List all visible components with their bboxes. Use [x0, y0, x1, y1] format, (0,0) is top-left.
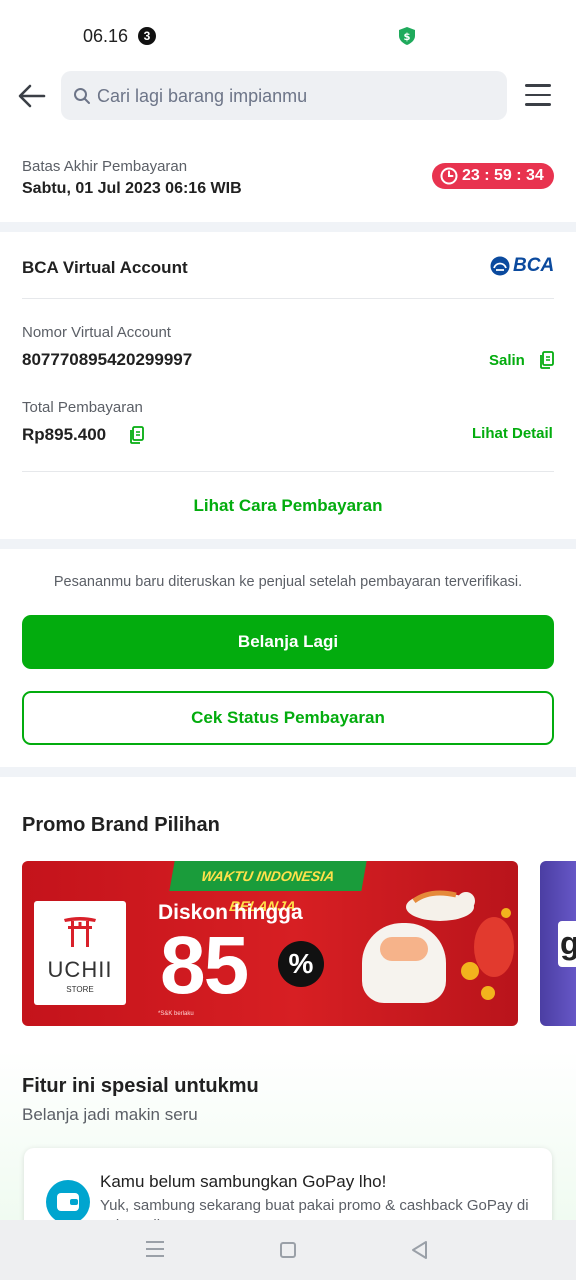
- discount-value: 85: [160, 920, 249, 1011]
- status-bar: 06.16 3 $: [0, 0, 576, 70]
- promo-section-title: Promo Brand Pilihan: [22, 814, 220, 836]
- section-divider: [0, 222, 576, 232]
- divider-line: [22, 471, 554, 472]
- hamburger-menu-icon[interactable]: [525, 84, 551, 106]
- nav-back-icon[interactable]: [410, 1240, 428, 1260]
- back-arrow-icon[interactable]: [16, 80, 48, 112]
- how-to-pay-link[interactable]: Lihat Cara Pembayaran: [0, 496, 576, 516]
- notification-badge: 3: [138, 27, 156, 45]
- clock-icon: [440, 167, 458, 185]
- bca-logo-text: BCA: [513, 255, 555, 276]
- svg-text:$: $: [404, 32, 411, 43]
- countdown-timer: 23 : 59 : 34: [432, 163, 554, 189]
- copy-icon[interactable]: [540, 351, 554, 369]
- header: Cari lagi barang impianmu: [0, 70, 576, 122]
- uchii-brand: UCHII: [47, 957, 113, 982]
- va-number: 807770895420299997: [22, 350, 193, 369]
- home-icon[interactable]: [280, 1242, 296, 1258]
- search-input[interactable]: Cari lagi barang impianmu: [61, 71, 507, 120]
- verification-info: Pesananmu baru diteruskan ke penjual set…: [53, 574, 523, 590]
- search-placeholder: Cari lagi barang impianmu: [97, 86, 308, 106]
- check-status-button[interactable]: Cek Status Pembayaran: [22, 691, 554, 745]
- total-payment-label: Total Pembayaran: [22, 399, 143, 416]
- promo-banner[interactable]: WAKTU INDONESIA BELANJA UCHII STORE Disk…: [22, 861, 518, 1026]
- shop-again-button[interactable]: Belanja Lagi: [22, 615, 554, 669]
- banner-tag: WAKTU INDONESIA BELANJA: [169, 861, 367, 914]
- gopay-title: Kamu belum sambungkan GoPay lho!: [100, 1172, 387, 1191]
- percent-badge: %: [278, 941, 324, 987]
- total-payment-amount: Rp895.400: [22, 425, 107, 444]
- countdown-text: 23 : 59 : 34: [462, 167, 544, 184]
- view-detail-link[interactable]: Lihat Detail: [472, 425, 553, 442]
- next-banner-logo: g: [558, 921, 576, 967]
- copy-va-button[interactable]: Salin: [489, 352, 525, 369]
- system-nav-bar: [0, 1220, 576, 1280]
- torii-gate-icon: [64, 917, 96, 947]
- gold-coins-decoration: [461, 908, 514, 1000]
- rice-cooker-illustration: [362, 923, 446, 1003]
- payment-deadline: Batas Akhir Pembayaran Sabtu, 01 Jul 202…: [0, 150, 576, 222]
- special-section-title: Fitur ini spesial untukmu: [22, 1075, 259, 1097]
- banner-terms: *S&K berlaku: [158, 1011, 194, 1017]
- status-time: 06.16: [83, 26, 129, 46]
- uchii-logo: UCHII STORE: [34, 901, 126, 1005]
- next-promo-banner[interactable]: g: [540, 861, 576, 1026]
- payment-method-title: BCA Virtual Account: [22, 258, 188, 277]
- section-divider: [0, 767, 576, 777]
- bca-emblem-icon: [490, 256, 510, 276]
- divider-line: [22, 298, 554, 299]
- bca-logo: BCA: [489, 255, 554, 277]
- uchii-store-text: STORE: [66, 985, 94, 994]
- search-icon: [74, 88, 90, 104]
- shield-icon: $: [399, 27, 415, 45]
- section-divider: [0, 539, 576, 549]
- gopay-wallet-icon: [46, 1180, 90, 1224]
- deadline-label: Batas Akhir Pembayaran: [22, 158, 188, 175]
- special-section-subtitle: Belanja jadi makin seru: [22, 1105, 198, 1124]
- recent-apps-icon[interactable]: [146, 1241, 164, 1262]
- va-number-label: Nomor Virtual Account: [22, 324, 171, 341]
- deadline-date: Sabtu, 01 Jul 2023 06:16 WIB: [22, 180, 242, 197]
- copy-amount-icon[interactable]: [130, 426, 144, 444]
